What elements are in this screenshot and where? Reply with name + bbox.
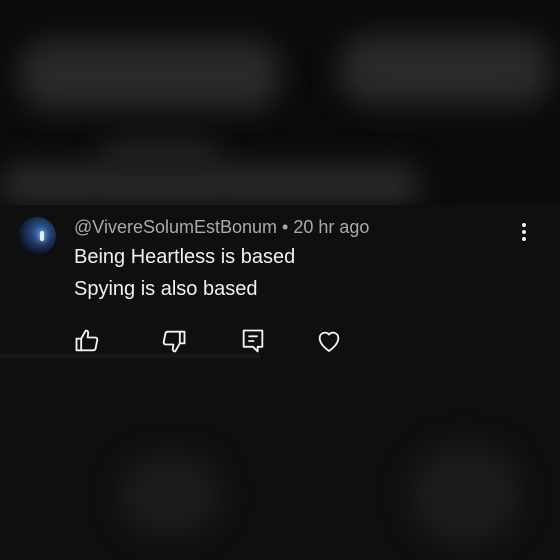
- reply-button[interactable]: [239, 327, 267, 355]
- comment-timestamp[interactable]: 20 hr ago: [293, 217, 369, 237]
- thumbs-down-icon: [162, 330, 186, 353]
- blurred-background-top: [0, 0, 560, 205]
- heart-button[interactable]: [315, 327, 343, 355]
- comment-meta: @VivereSolumEstBonum • 20 hr ago: [74, 217, 369, 238]
- author-name[interactable]: @VivereSolumEstBonum: [74, 217, 277, 237]
- comment-screen: @VivereSolumEstBonum • 20 hr ago Being Hea…: [0, 0, 560, 560]
- more-vert-icon[interactable]: [513, 221, 535, 243]
- comment-icon: [242, 329, 264, 353]
- meta-separator: •: [282, 217, 289, 237]
- thumbs-up-icon: [75, 329, 99, 352]
- comment: @VivereSolumEstBonum • 20 hr ago Being Hea…: [0, 205, 560, 355]
- like-button[interactable]: [73, 327, 101, 355]
- avatar[interactable]: [18, 217, 56, 255]
- comment-text-line: Being Heartless is based: [74, 246, 296, 268]
- comment-text-line: Spying is also based: [74, 278, 258, 300]
- heart-icon: [318, 331, 340, 352]
- dislike-button[interactable]: [160, 327, 188, 355]
- divider: [0, 354, 260, 358]
